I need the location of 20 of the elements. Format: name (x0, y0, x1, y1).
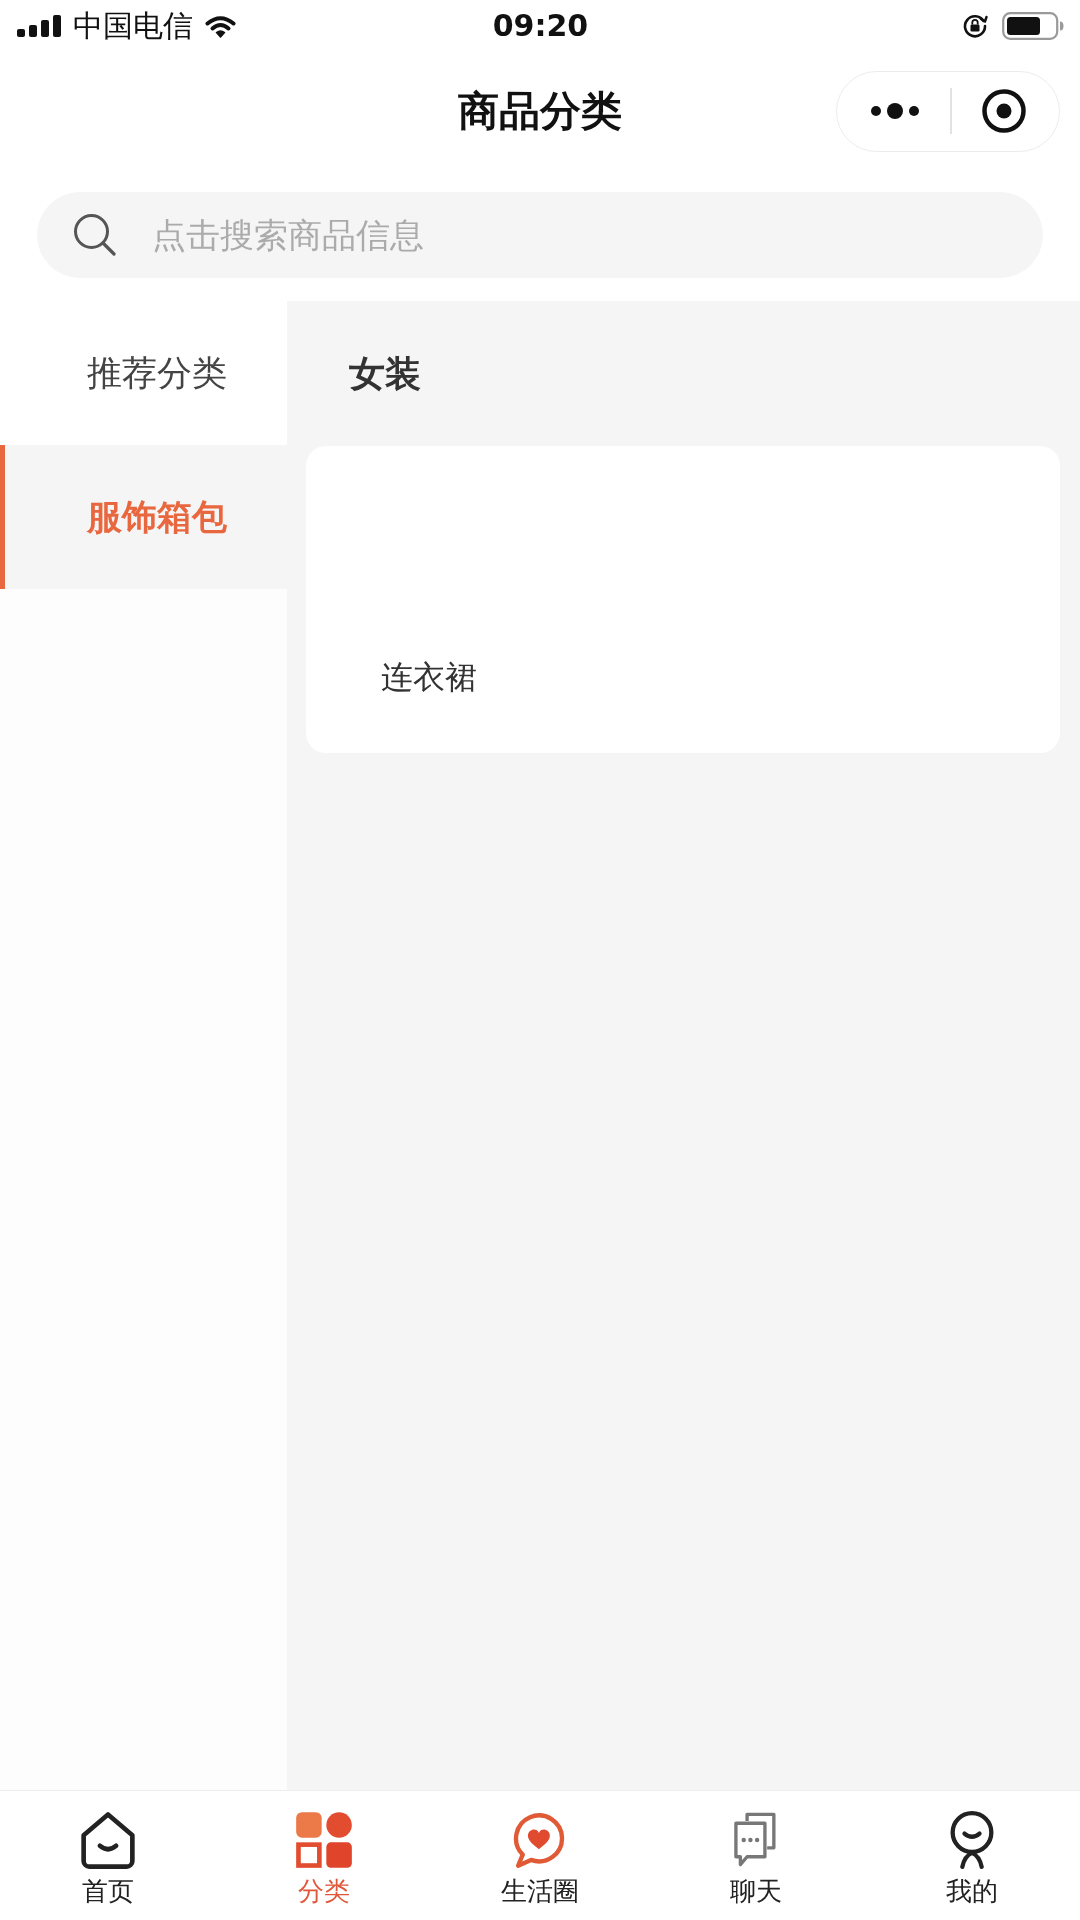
subcategory-item[interactable]: 连衣裙 (381, 657, 477, 697)
circle-dot-icon[interactable] (982, 89, 1026, 133)
search-field[interactable]: 点击搜索商品信息 (37, 192, 1043, 278)
page-title: 商品分类 (458, 86, 622, 137)
tab-item[interactable]: 首页 (79, 1791, 137, 1907)
section-title: 女装 (349, 351, 421, 396)
wifi-icon (205, 14, 236, 38)
tab-item[interactable]: 聊天 (727, 1791, 785, 1907)
more-icon[interactable] (870, 102, 920, 120)
house-icon (79, 1811, 137, 1869)
tab-item[interactable]: 我的 (943, 1791, 1001, 1907)
status-time: 09:20 (492, 8, 589, 44)
carrier-name: 中国电信 (73, 8, 193, 44)
rotation-lock-icon (962, 13, 988, 39)
signal-icon (17, 15, 61, 37)
tab-item[interactable]: 生活圈 (501, 1791, 579, 1907)
search-icon (73, 213, 116, 256)
grid-shapes-icon (295, 1811, 353, 1869)
tab-item[interactable]: 分类 (295, 1791, 353, 1907)
battery-icon (1002, 12, 1064, 40)
